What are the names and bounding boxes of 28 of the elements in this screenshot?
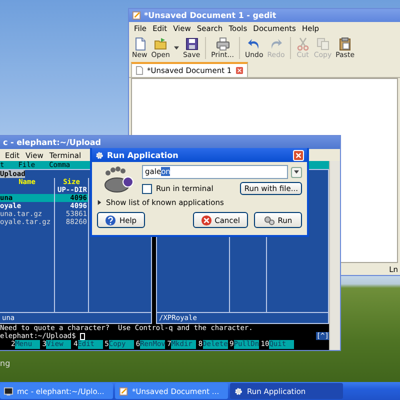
- printer-icon: [216, 37, 230, 51]
- gears-icon: [264, 214, 275, 226]
- help-icon: [105, 214, 116, 226]
- close-tab-icon[interactable]: [236, 67, 243, 74]
- document-icon: [136, 66, 143, 75]
- close-button[interactable]: [293, 150, 304, 160]
- notepad-icon: [132, 11, 141, 20]
- dropdown-button[interactable]: [291, 166, 302, 178]
- undo-arrow-icon: [247, 37, 262, 51]
- scrollbar[interactable]: [329, 161, 340, 350]
- copy-icon: [316, 37, 330, 51]
- gear-icon: [234, 386, 243, 396]
- desktop-icon-label[interactable]: ng: [0, 359, 10, 368]
- gear-icon: [95, 150, 104, 160]
- checkbox[interactable]: [142, 184, 152, 194]
- window-title: c - elephant:~/Upload: [3, 138, 101, 147]
- page-icon: [132, 37, 147, 51]
- notepad-icon: [119, 386, 128, 396]
- expander-arrow-icon[interactable]: [97, 200, 102, 205]
- caret-icon: [174, 46, 179, 50]
- clipboard-icon: [338, 37, 352, 51]
- folder-icon: [154, 37, 168, 51]
- window-title: *Unsaved Document 1 - gedit: [144, 11, 276, 20]
- foot-icon: [102, 165, 134, 195]
- window-title: Run Application: [107, 150, 178, 160]
- cancel-icon: [200, 214, 212, 226]
- monitor-icon: [4, 386, 13, 396]
- scissors-icon: [296, 37, 310, 51]
